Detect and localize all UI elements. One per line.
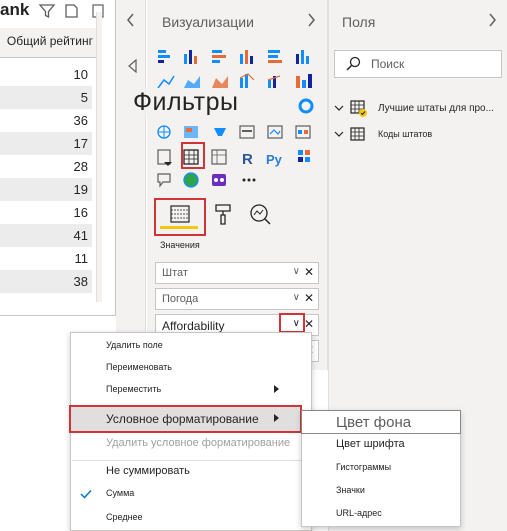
slicer-icon: [157, 149, 172, 166]
chevron-left-icon[interactable]: [125, 12, 137, 28]
field-well-label: Штат: [162, 267, 188, 279]
menu-item-rename[interactable]: Переименовать: [106, 362, 172, 372]
stacked-bar-icon: [158, 50, 170, 63]
chevron-down-icon[interactable]: ∨: [293, 266, 300, 277]
field-well-state[interactable]: Штат ∨ ✕: [155, 262, 319, 284]
submenu-item-web-url[interactable]: URL-адрес: [336, 508, 382, 518]
close-icon[interactable]: ✕: [304, 291, 314, 305]
globe-icon: [183, 172, 199, 188]
field-well-weather[interactable]: Погода ∨ ✕: [155, 288, 319, 310]
menu-item-remove-field[interactable]: Удалить поле: [106, 340, 163, 350]
checkmark-icon: [80, 489, 92, 499]
fields-title: Поля: [342, 14, 376, 30]
field-well-label: Погода: [162, 293, 199, 305]
format-paint-icon[interactable]: [213, 202, 235, 228]
table-row: 28: [73, 159, 88, 174]
field-well-label: Affordability: [162, 319, 225, 333]
menu-item-average[interactable]: Среднее: [106, 512, 143, 522]
table-name: Коды штатов: [378, 129, 433, 139]
filter-icon[interactable]: [38, 2, 56, 20]
table-icon: [350, 127, 365, 141]
close-icon[interactable]: ✕: [304, 265, 314, 279]
table-row: 17: [0, 132, 92, 155]
table-row: 11: [74, 251, 89, 266]
submenu-item-icons[interactable]: Значки: [336, 485, 365, 495]
table-name: Лучшие штаты для про...: [378, 103, 494, 114]
python-visual-icon: Py: [266, 152, 283, 167]
search-icon: [346, 56, 361, 71]
chevron-down-icon[interactable]: [334, 103, 344, 113]
svg-text:Py: Py: [266, 152, 283, 167]
analytics-icon[interactable]: [248, 202, 272, 228]
visualizations-title: Визуализации: [162, 14, 254, 30]
submenu-item-data-bars[interactable]: Гистограммы: [336, 462, 391, 472]
affordability-chevron-highlight: [279, 313, 305, 333]
chevron-down-icon[interactable]: ∨: [293, 292, 300, 303]
chevron-right-icon[interactable]: [306, 12, 316, 28]
table-icon: [350, 100, 367, 117]
filter-funnel-icon[interactable]: [125, 58, 139, 74]
menu-divider: [72, 460, 308, 461]
tab-fields[interactable]: [154, 198, 206, 236]
table-row: 19: [0, 178, 92, 201]
menu-item-label: Условное форматирование: [106, 412, 259, 426]
table-row: 41: [0, 224, 92, 247]
values-tab-label: Значения: [160, 240, 200, 250]
chevron-down-icon[interactable]: [334, 129, 344, 139]
table-row: 38: [0, 270, 92, 293]
table-row: 36: [73, 113, 88, 128]
search-placeholder: Поиск: [371, 57, 405, 71]
table-title: ank: [0, 0, 30, 19]
custom-visual-icon: [212, 174, 226, 186]
r-visual-icon: R: [242, 151, 253, 168]
submenu-item-font-color[interactable]: Цвет шрифта: [336, 438, 405, 450]
close-icon[interactable]: ✕: [304, 317, 314, 331]
visual-types-grid[interactable]: R Py: [156, 46, 316, 192]
table-scrollbar[interactable]: [96, 12, 102, 302]
speech-bubble-icon: [157, 173, 171, 188]
focus-mode-icon[interactable]: [62, 2, 80, 20]
line-chart-icon: [157, 75, 175, 89]
table-visual-highlight: [181, 142, 205, 169]
table-row: 10: [73, 67, 88, 82]
fields-tab-icon: [170, 205, 190, 223]
chevron-right-icon[interactable]: [487, 12, 497, 28]
filters-overlay-label: Фильтры: [133, 88, 239, 117]
table-row: 5: [0, 86, 92, 109]
submenu-arrow-icon: [274, 414, 279, 422]
stacked-column-icon: [184, 50, 197, 64]
menu-item-sum[interactable]: Сумма: [106, 488, 134, 498]
table-row: 16: [73, 205, 88, 220]
menu-item-remove-conditional-formatting: Удалить условное форматирование: [106, 437, 291, 449]
column-header[interactable]: Общий рейтинг: [0, 28, 96, 58]
submenu-item-label: Цвет фона: [336, 414, 412, 431]
matrix-icon: [211, 149, 227, 165]
svg-text:R: R: [242, 151, 253, 168]
map-icon: [157, 125, 171, 139]
menu-item-dont-summarize[interactable]: Не суммировать: [106, 465, 190, 477]
active-tab-indicator: [160, 226, 198, 229]
menu-item-move[interactable]: Переместить: [106, 384, 161, 394]
more-visuals-icon: [242, 178, 256, 182]
submenu-arrow-icon: [274, 385, 279, 393]
